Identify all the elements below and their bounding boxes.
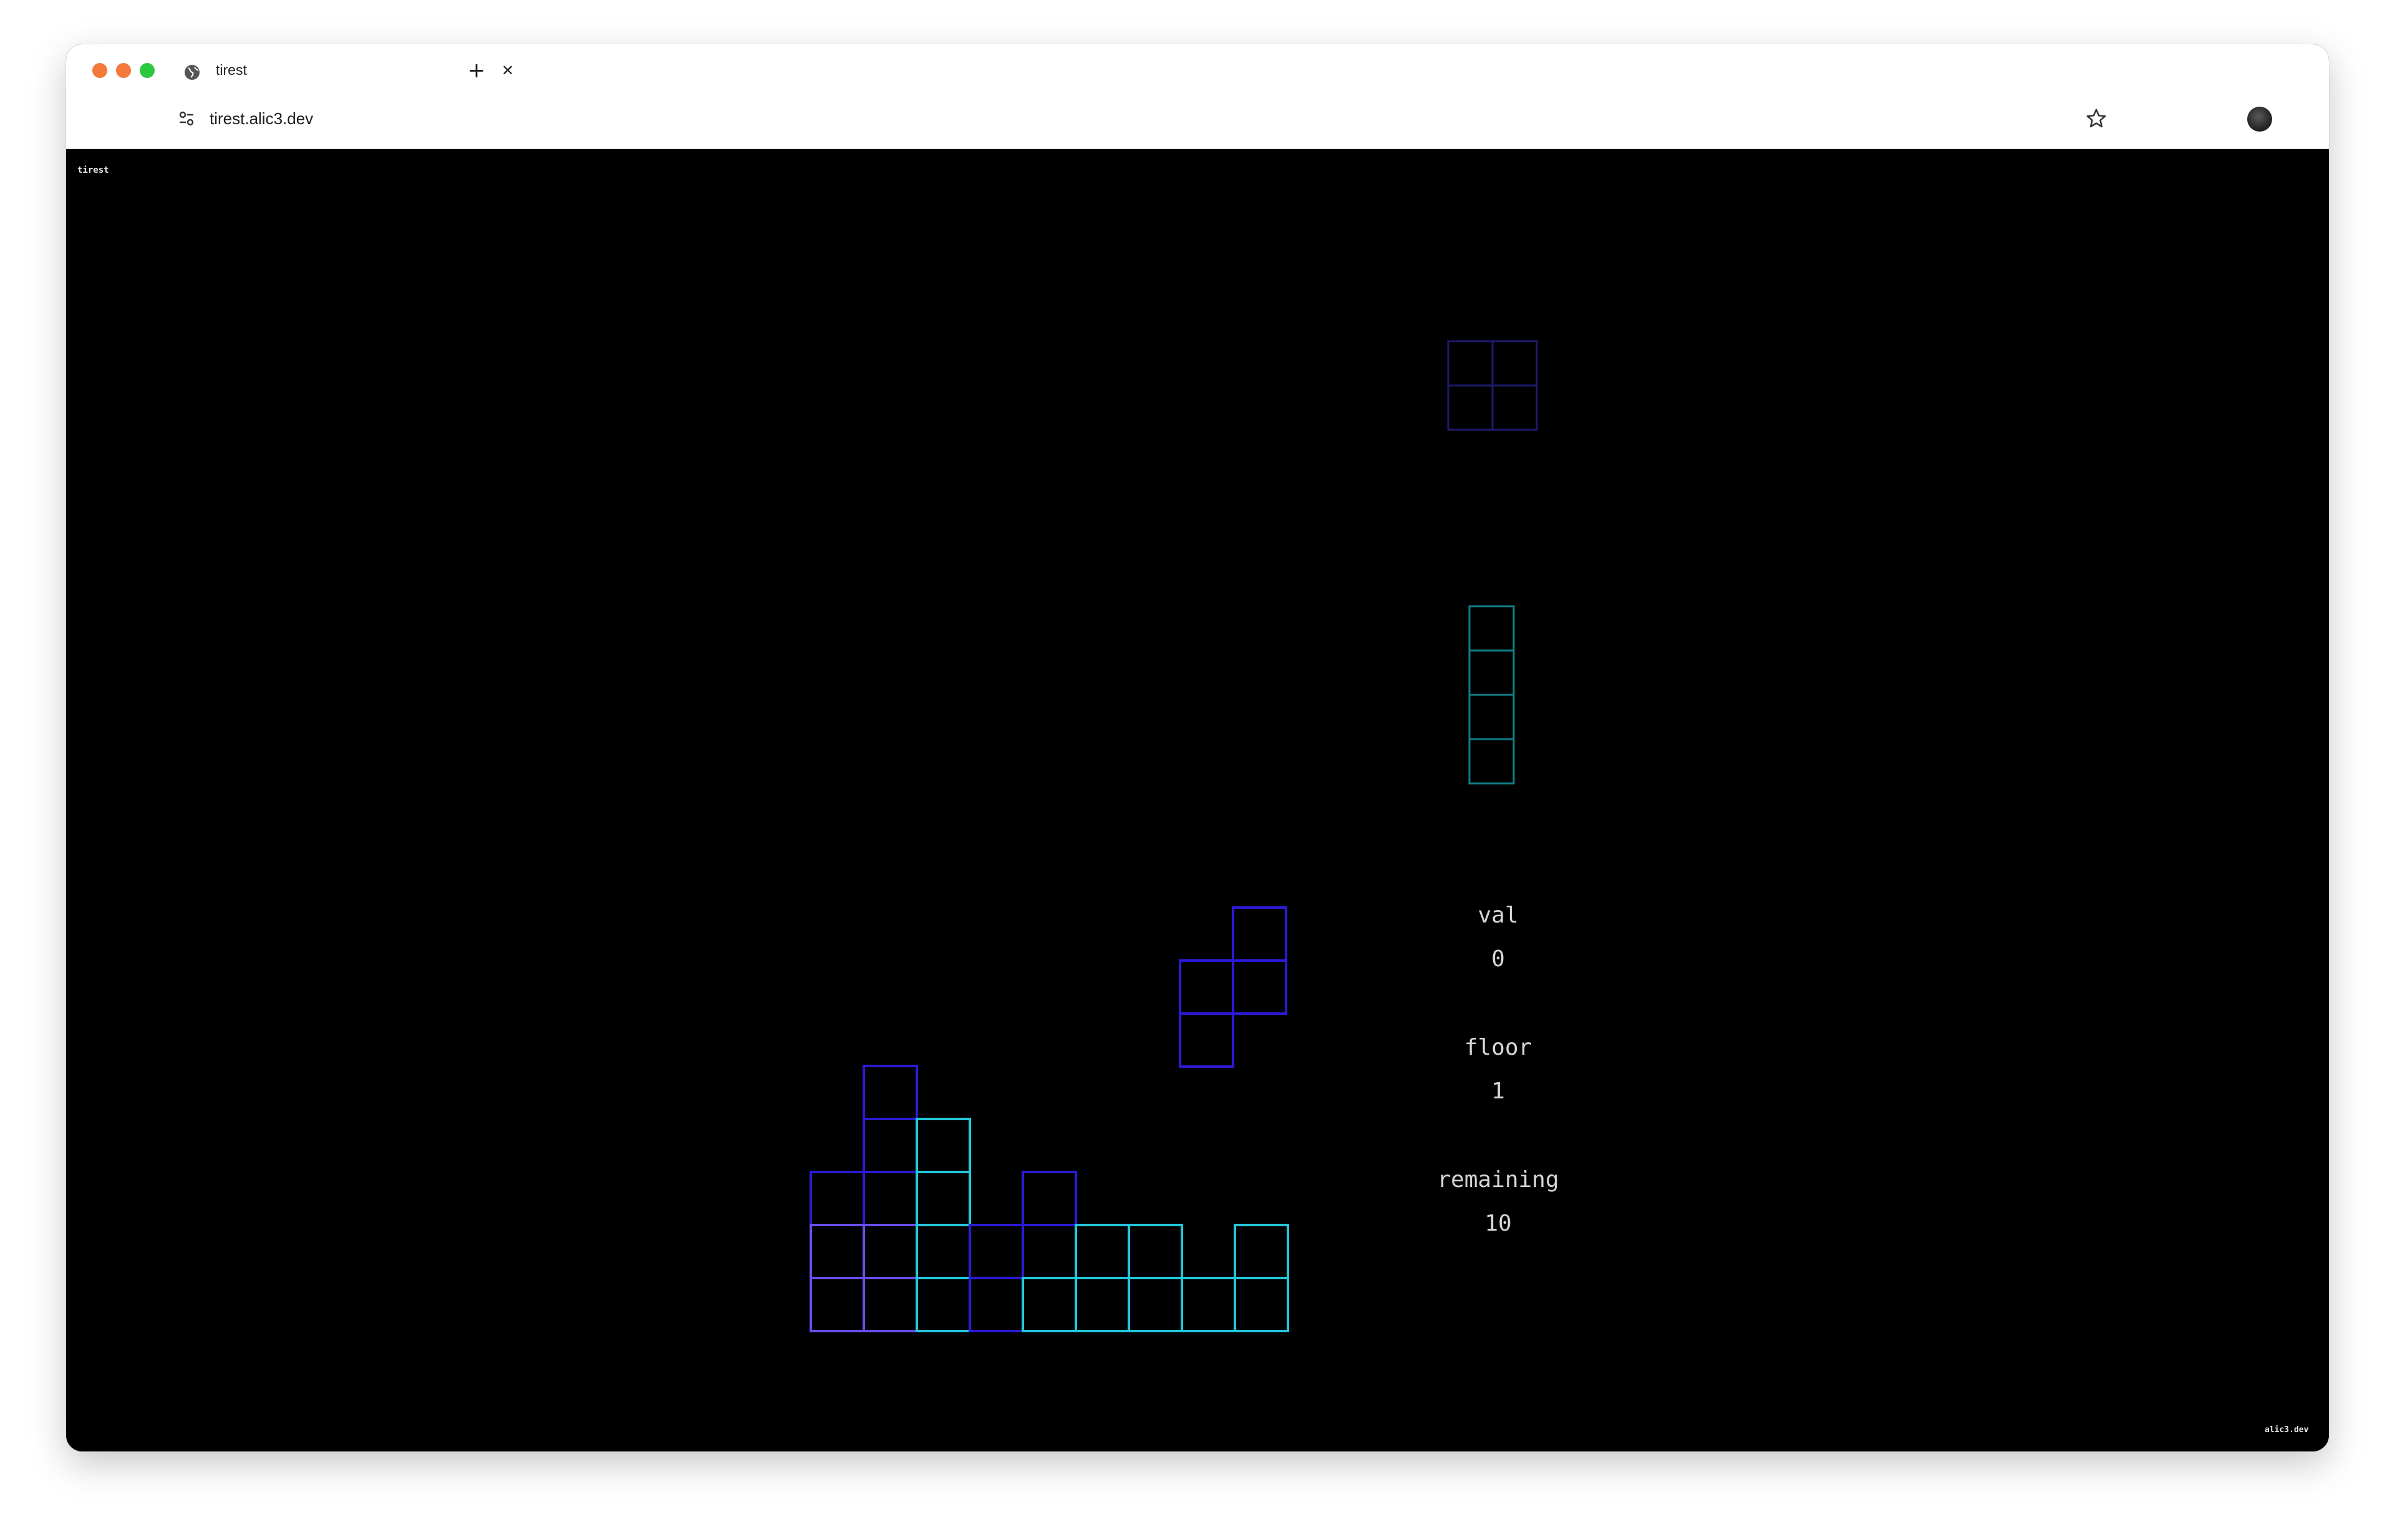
site-settings-icon[interactable]	[177, 109, 196, 128]
tab-close-icon[interactable]: ✕	[496, 59, 519, 82]
tab-title: tirest	[216, 62, 247, 78]
board-cell	[810, 1277, 865, 1332]
falling-piece-cell	[1179, 959, 1234, 1015]
stat-value-remaining: 10	[1484, 1211, 1512, 1236]
next-piece-preview-cell	[1491, 384, 1538, 431]
board-cell	[916, 1224, 971, 1279]
board-cell	[1022, 1224, 1077, 1279]
board-cell	[1075, 1277, 1130, 1332]
board-cell	[1234, 1277, 1289, 1332]
stat-label-floor: floor	[1464, 1035, 1532, 1060]
next-piece-preview-cell	[1491, 340, 1538, 387]
page-viewport: tirest alic3.dev val 0 floor 1 remaining…	[66, 149, 2329, 1451]
stat-value-floor: 1	[1491, 1078, 1505, 1104]
profile-avatar[interactable]	[2247, 107, 2272, 132]
board-cell	[863, 1277, 918, 1332]
new-tab-button[interactable]: +	[464, 58, 489, 83]
board-cell	[863, 1065, 918, 1120]
next-piece-preview-cell	[1468, 649, 1515, 696]
globe-icon	[185, 65, 200, 80]
bookmark-star-icon[interactable]	[2084, 107, 2108, 130]
board-cell	[1022, 1277, 1077, 1332]
game-board[interactable]	[66, 149, 2329, 1451]
stat-label-remaining: remaining	[1437, 1167, 1559, 1193]
board-cell	[969, 1277, 1024, 1332]
board-cell	[810, 1171, 865, 1226]
browser-chrome: tirest ✕ + tirest.alic3.dev	[66, 44, 2329, 149]
board-cell	[1181, 1277, 1236, 1332]
board-cell	[863, 1171, 918, 1226]
next-piece-preview-cell	[1447, 340, 1494, 387]
next-piece-preview-cell	[1468, 738, 1515, 785]
board-cell	[810, 1224, 865, 1279]
board-cell	[863, 1224, 918, 1279]
close-window-button[interactable]	[92, 63, 107, 78]
board-cell	[1128, 1224, 1183, 1279]
next-piece-preview-cell	[1468, 694, 1515, 740]
address-bar[interactable]: tirest.alic3.dev	[210, 109, 313, 128]
browser-window: tirest ✕ + tirest.alic3.dev tirest alic3…	[66, 44, 2329, 1451]
next-piece-preview-cell	[1447, 384, 1494, 431]
board-cell	[916, 1277, 971, 1332]
board-cell	[1128, 1277, 1183, 1332]
board-cell	[863, 1118, 918, 1173]
minimize-window-button[interactable]	[116, 63, 131, 78]
maximize-window-button[interactable]	[140, 63, 155, 78]
stat-label-val: val	[1478, 903, 1519, 928]
board-cell	[1075, 1224, 1130, 1279]
falling-piece-cell	[1179, 1012, 1234, 1068]
next-piece-preview-cell	[1468, 605, 1515, 652]
board-cell	[969, 1224, 1024, 1279]
board-cell	[916, 1171, 971, 1226]
board-cell	[1022, 1171, 1077, 1226]
board-cell	[1234, 1224, 1289, 1279]
falling-piece-cell	[1232, 906, 1287, 962]
stat-value-val: 0	[1491, 946, 1505, 972]
falling-piece-cell	[1232, 959, 1287, 1015]
board-cell	[916, 1118, 971, 1173]
